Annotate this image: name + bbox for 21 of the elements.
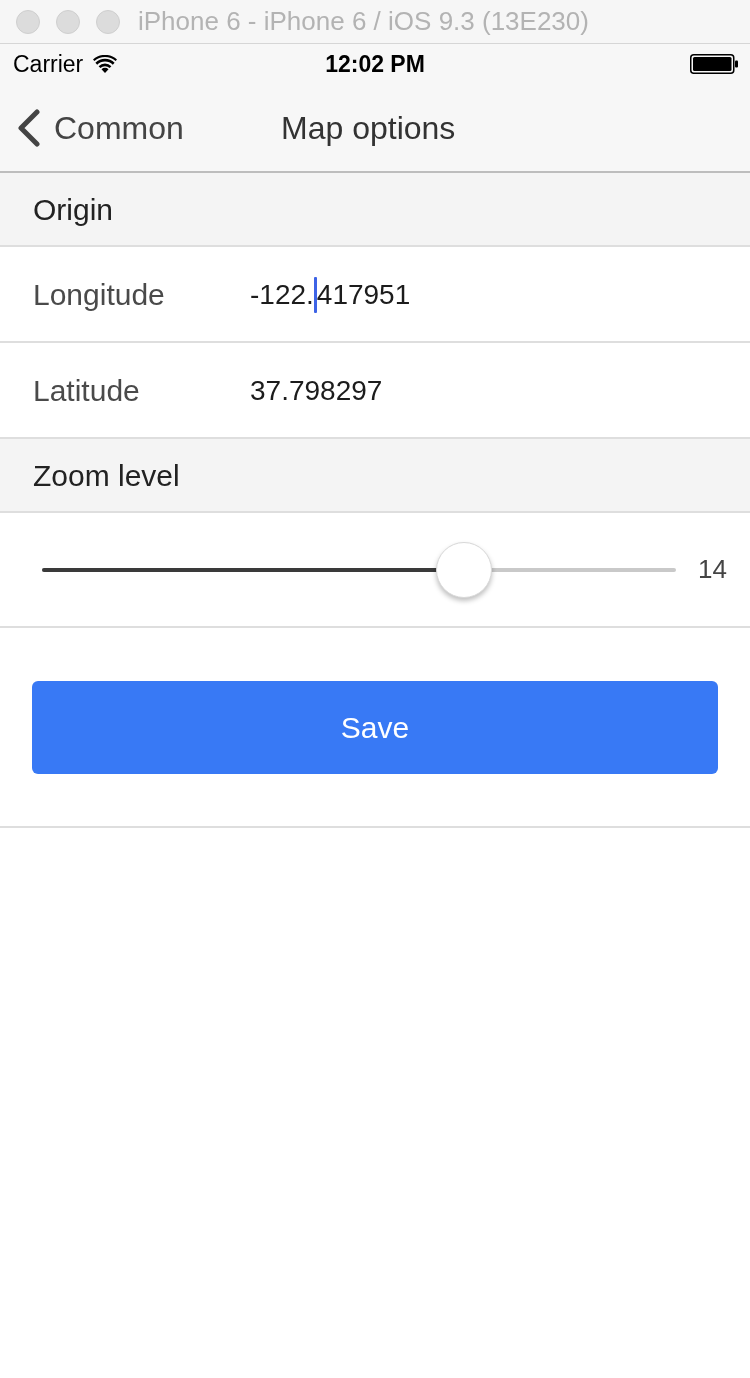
text-field[interactable]: 37.798297 [250, 373, 383, 409]
field-label: Longitude [32, 277, 166, 313]
wifi-icon [93, 55, 118, 73]
text-field[interactable]: -122.417951 [250, 277, 411, 313]
section-header: Origin [0, 173, 750, 247]
slider-track[interactable] [42, 541, 676, 598]
carrier-label: Carrier [13, 49, 84, 79]
field-label: Latitude [32, 373, 141, 409]
save-button[interactable]: Save [32, 681, 718, 774]
status-time: 12:02 PM [325, 49, 425, 79]
nav-title: Map options [281, 108, 456, 148]
chevron-left-icon [16, 108, 40, 147]
close-button[interactable] [16, 9, 40, 34]
section-header: Zoom level [0, 439, 750, 513]
minimize-button[interactable] [56, 9, 80, 34]
window-title: iPhone 6 - iPhone 6 / iOS 9.3 (13E230) [138, 5, 589, 38]
back-button[interactable]: Common [0, 103, 184, 152]
zoom-button[interactable] [96, 9, 120, 34]
slider-thumb[interactable] [435, 541, 492, 598]
slider-value: 14 [698, 553, 728, 586]
battery-icon [690, 54, 738, 74]
